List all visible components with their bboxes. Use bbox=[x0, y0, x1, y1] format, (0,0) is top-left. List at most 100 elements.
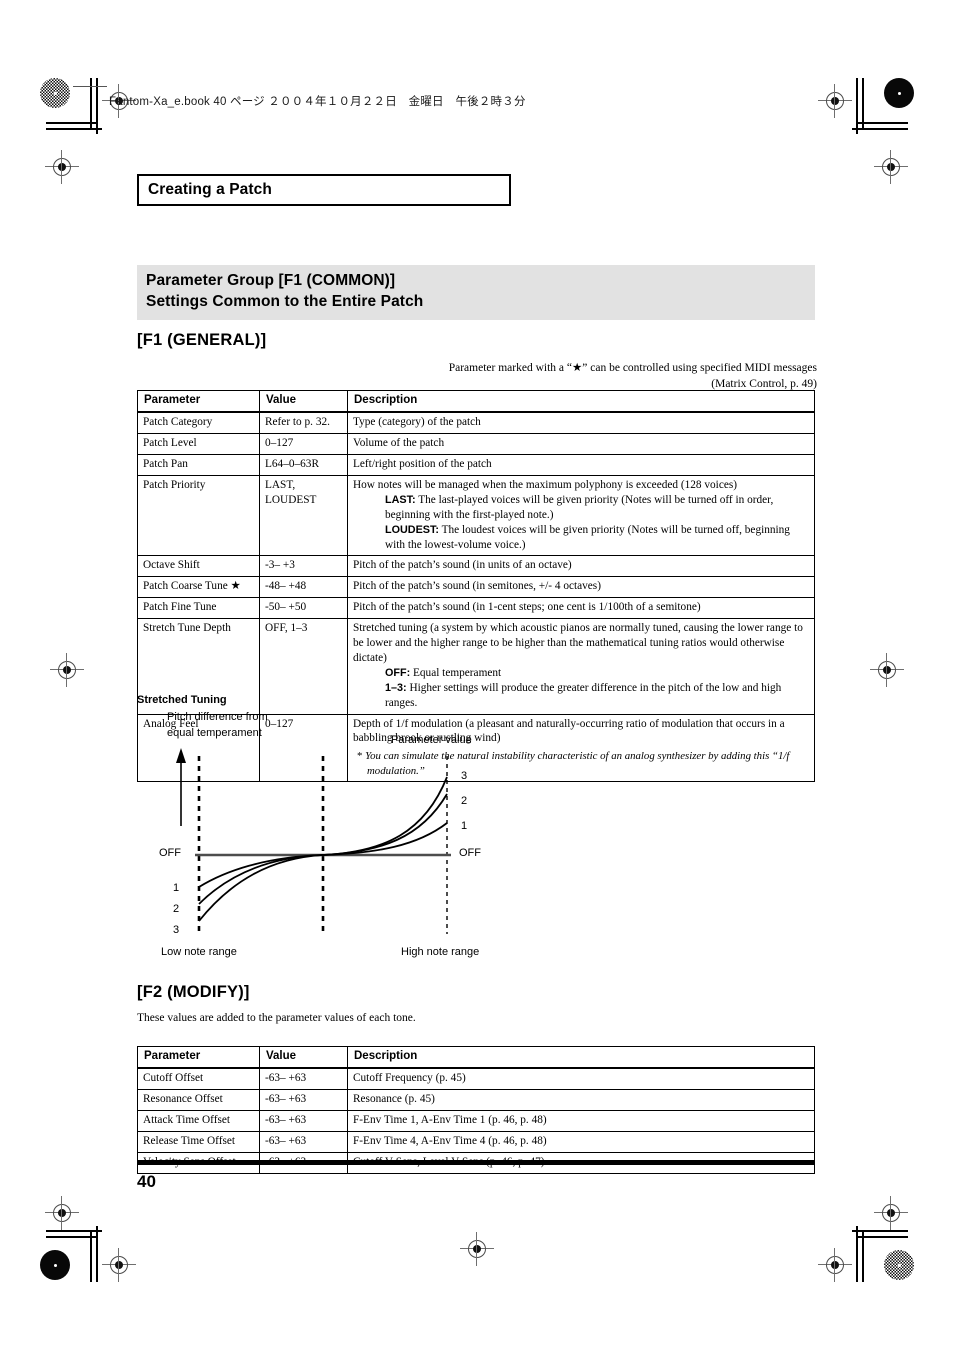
table-row: Octave Shift -3– +3 Pitch of the patch’s s… bbox=[137, 555, 815, 578]
table-f2-body: Cutoff Offset -63– +63 Cutoff Frequency (p… bbox=[137, 1067, 815, 1174]
halftone-target-bottom-right bbox=[884, 1250, 914, 1280]
cell-parameter: Cutoff Offset bbox=[137, 1067, 260, 1091]
cell-parameter: Patch Coarse Tune ★ bbox=[137, 576, 260, 599]
definition-term: OFF: bbox=[385, 666, 411, 679]
solid-target-bottom-left bbox=[40, 1250, 70, 1280]
left-off-label: OFF bbox=[159, 847, 181, 859]
right-tick-2: 2 bbox=[461, 795, 468, 807]
column-header-description: Description bbox=[347, 390, 815, 414]
cell-description: Left/right position of the patch bbox=[347, 453, 815, 476]
cell-value: 0–127 bbox=[259, 433, 348, 455]
cell-description: F-Env Time 4, A-Env Time 4 (p. 46, p. 48… bbox=[347, 1130, 815, 1153]
description-text: Pitch of the patch’s sound (in semitones… bbox=[353, 580, 601, 593]
description-text: Volume of the patch bbox=[353, 437, 445, 450]
registration-mark-top-right-outer bbox=[874, 150, 908, 184]
cell-parameter: Octave Shift bbox=[137, 555, 260, 578]
cell-parameter: Resonance Offset bbox=[137, 1089, 260, 1111]
definition-term: LAST: bbox=[385, 493, 416, 506]
table-row: Patch Level 0–127 Volume of the patch bbox=[137, 433, 815, 455]
right-tick-3: 3 bbox=[461, 770, 468, 782]
cell-parameter: Patch Category bbox=[137, 411, 260, 435]
halftone-target-top-left bbox=[40, 78, 70, 108]
chapter-title-box: Creating a Patch bbox=[137, 174, 511, 206]
bottom-right-label: High note range bbox=[401, 946, 480, 958]
description-text: Type (category) of the patch bbox=[353, 416, 481, 429]
column-header-description: Description bbox=[347, 1046, 815, 1070]
cell-value: -63– +63 bbox=[259, 1130, 348, 1153]
section-heading-f2-modify: [F2 (MODIFY)] bbox=[137, 983, 250, 1001]
table-row: Patch Fine Tune -50– +50 Pitch of the patc… bbox=[137, 597, 815, 620]
table-header-row: Parameter Value Description bbox=[137, 390, 815, 414]
column-header-parameter: Parameter bbox=[137, 1046, 260, 1070]
figure-caption-stretched-tuning: Stretched Tuning bbox=[137, 694, 227, 706]
cell-parameter: Release Time Offset bbox=[137, 1130, 260, 1153]
table-row: Stretch Tune Depth OFF, 1–3 Stretched tuni… bbox=[137, 618, 815, 715]
footer-rule bbox=[137, 1160, 815, 1165]
parameter-group-line2: Settings Common to the Entire Patch bbox=[146, 292, 424, 310]
table-row: Cutoff Offset -63– +63 Cutoff Frequency (p… bbox=[137, 1067, 815, 1091]
table-row: Patch Priority LAST, LOUDEST How notes wil… bbox=[137, 474, 815, 557]
registration-mark-right-middle bbox=[870, 653, 904, 687]
cell-parameter: Patch Level bbox=[137, 433, 260, 455]
document-file-header: Fantom-Xa_e.book 40 ページ ２００４年１０月２２日 金曜日 … bbox=[73, 86, 526, 109]
cell-value: Refer to p. 32. bbox=[259, 411, 348, 435]
column-header-value: Value bbox=[259, 1046, 348, 1070]
column-header-parameter: Parameter bbox=[137, 390, 260, 414]
cell-description: Resonance (p. 45) bbox=[347, 1089, 815, 1111]
left-tick-1: 1 bbox=[173, 882, 180, 894]
cell-value: -50– +50 bbox=[259, 597, 348, 620]
registration-mark-left-middle bbox=[50, 653, 84, 687]
table-header-row: Parameter Value Description bbox=[137, 1046, 815, 1070]
cell-description: Pitch of the patch’s sound (in 1-cent st… bbox=[347, 597, 815, 620]
definition-term: LOUDEST: bbox=[385, 523, 439, 536]
y-axis-label: Pitch difference from equal temperament bbox=[167, 710, 268, 742]
table-row: Attack Time Offset -63– +63 F-Env Time 1, … bbox=[137, 1109, 815, 1132]
header-rule bbox=[73, 86, 107, 87]
registration-mark-bottom-right-inner bbox=[818, 1248, 852, 1282]
cell-description: Stretched tuning (a system by which acou… bbox=[347, 618, 815, 715]
description-text: F-Env Time 1, A-Env Time 1 (p. 46, p. 48… bbox=[353, 1113, 547, 1126]
cell-description: How notes will be managed when the maxim… bbox=[347, 474, 815, 557]
right-off-label: OFF bbox=[459, 847, 481, 859]
parameter-group-line1: Parameter Group [F1 (COMMON)] bbox=[146, 272, 396, 289]
registration-mark-bottom-left-outer bbox=[45, 1196, 79, 1230]
midi-star-note: Parameter marked with a “★” can be contr… bbox=[397, 361, 817, 392]
cell-value: -48– +48 bbox=[259, 576, 348, 599]
curve-high-3 bbox=[322, 776, 448, 856]
description-definition: OFF: Equal temperament bbox=[385, 666, 502, 679]
chapter-title: Creating a Patch bbox=[148, 181, 272, 198]
parameter-group-band: Parameter Group [F1 (COMMON)] Settings C… bbox=[137, 265, 815, 321]
registration-mark-top-left-outer bbox=[45, 150, 79, 184]
description-text: Cutoff Frequency (p. 45) bbox=[353, 1072, 466, 1085]
cell-description: Pitch of the patch’s sound (in semitones… bbox=[347, 576, 815, 599]
document-header-text: Fantom-Xa_e.book 40 ページ ２００４年１０月２２日 金曜日 … bbox=[109, 96, 526, 108]
cell-parameter: Attack Time Offset bbox=[137, 1109, 260, 1132]
y-axis-label-line1: Pitch difference from bbox=[167, 711, 268, 723]
registration-mark-top-right-inner bbox=[818, 84, 852, 118]
description-definition: 1–3: Higher settings will produce the gr… bbox=[385, 681, 782, 709]
description-text: Pitch of the patch’s sound (in units of … bbox=[353, 559, 572, 572]
table-row: Resonance Offset -63– +63 Resonance (p. 45… bbox=[137, 1089, 815, 1111]
left-tick-3: 3 bbox=[173, 924, 180, 936]
cell-description: Volume of the patch bbox=[347, 433, 815, 455]
definition-term: 1–3: bbox=[385, 681, 407, 694]
registration-mark-bottom-right-outer bbox=[874, 1196, 908, 1230]
description-text: Pitch of the patch’s sound (in 1-cent st… bbox=[353, 601, 701, 614]
cell-description: Type (category) of the patch bbox=[347, 411, 815, 435]
stretched-tuning-graph bbox=[176, 748, 451, 934]
stretched-tuning-figure: Pitch difference from equal temperament … bbox=[155, 711, 575, 966]
cell-parameter: Patch Priority bbox=[137, 474, 260, 557]
curve-high-2 bbox=[322, 793, 448, 856]
cell-value: -63– +63 bbox=[259, 1067, 348, 1091]
description-text: How notes will be managed when the maxim… bbox=[353, 478, 738, 491]
cell-description: Pitch of the patch’s sound (in units of … bbox=[347, 555, 815, 578]
solid-target-top-right bbox=[884, 78, 914, 108]
cell-value: OFF, 1–3 bbox=[259, 618, 348, 715]
table-row: Patch Coarse Tune ★ -48– +48 Pitch of the … bbox=[137, 576, 815, 599]
cell-value: -3– +3 bbox=[259, 555, 348, 578]
cell-value: -63– +63 bbox=[259, 1109, 348, 1132]
cell-value: LAST, LOUDEST bbox=[259, 474, 348, 557]
column-header-value: Value bbox=[259, 390, 348, 414]
bottom-left-label: Low note range bbox=[161, 946, 237, 958]
cell-value: -63– +63 bbox=[259, 1089, 348, 1111]
